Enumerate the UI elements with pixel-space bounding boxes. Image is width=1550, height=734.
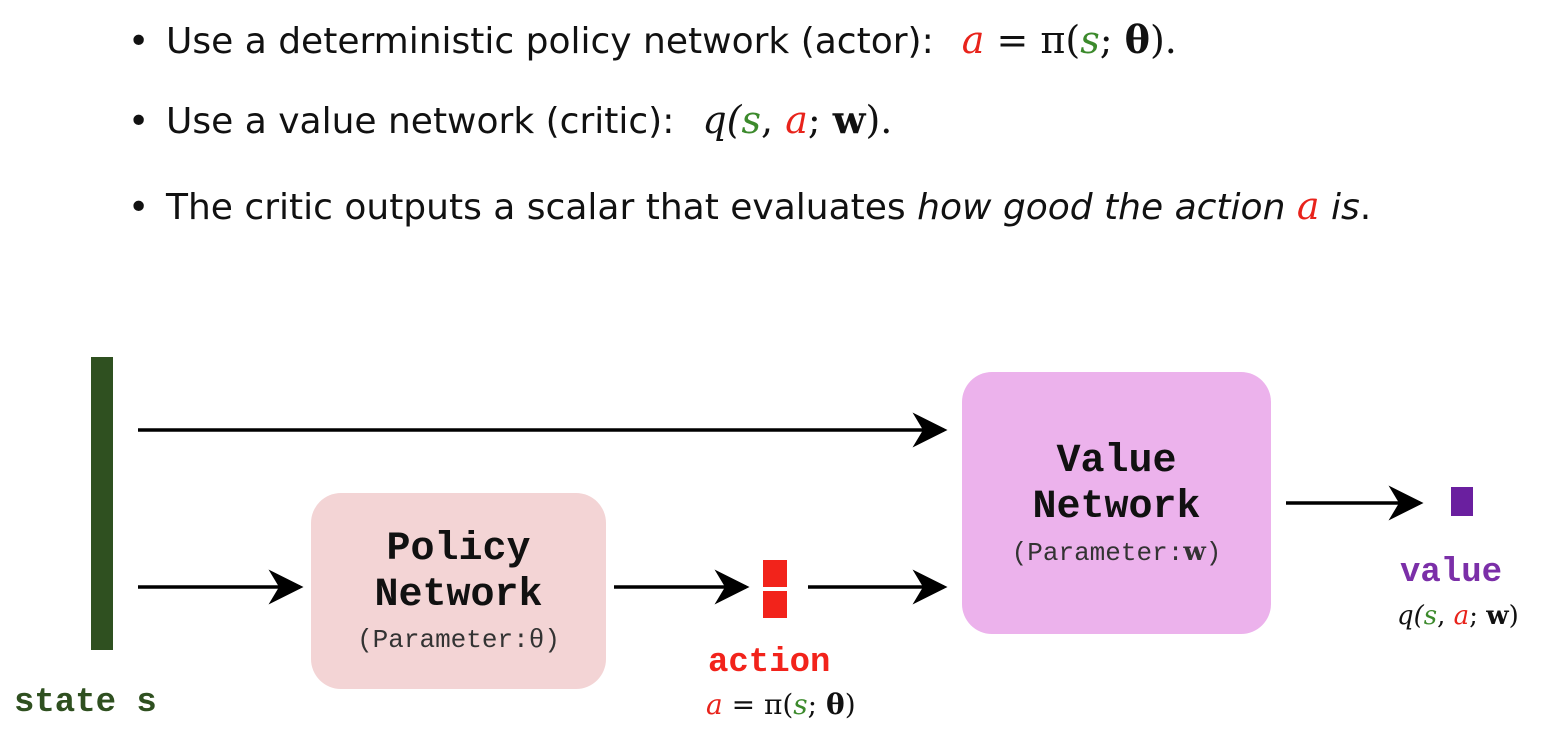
formula-q: q(	[702, 98, 742, 142]
policy-network-title-line2: Network	[374, 573, 543, 618]
value-network-title-line1: Value	[1056, 438, 1177, 484]
state-label: state s	[14, 684, 157, 722]
action-vector-top	[763, 560, 787, 587]
formula-comma: ,	[1437, 601, 1454, 631]
formula-theta: θ	[826, 688, 845, 721]
formula-sep: ;	[1469, 601, 1487, 631]
formula-eq: = π(	[722, 688, 794, 721]
action-formula: a = π(s; θ)	[706, 688, 856, 721]
formula-close: ).	[1149, 18, 1177, 62]
formula-sep: ;	[807, 98, 833, 142]
formula-close: ).	[865, 98, 893, 142]
bullet-critic-output: • The critic outputs a scalar that evalua…	[128, 180, 1371, 234]
bullet-text: Use a deterministic policy network (acto…	[166, 21, 934, 62]
value-output	[1451, 487, 1473, 516]
critic-formula: q(s, a; w).	[702, 97, 893, 142]
formula-q: q(	[1397, 601, 1424, 631]
param-suffix: )	[544, 625, 560, 655]
bullet-text: The critic outputs a scalar that evaluat…	[166, 187, 918, 228]
bullet-actor: • Use a deterministic policy network (act…	[128, 14, 1177, 68]
formula-s: s	[741, 98, 762, 142]
value-network-title-line2: Network	[1032, 484, 1201, 530]
formula-eq: = π(	[984, 18, 1081, 62]
formula-sep: ;	[1099, 18, 1125, 62]
formula-s: s	[1080, 18, 1100, 62]
formula-close: )	[844, 688, 856, 721]
bullet-text-italic-post: is	[1319, 187, 1360, 228]
bullet-dot: •	[128, 101, 150, 142]
bullet-period: .	[1359, 187, 1372, 228]
formula-w: w	[1486, 601, 1509, 631]
formula-a: a	[706, 688, 723, 721]
param-w: w	[1183, 536, 1206, 567]
action-vector-bottom	[763, 591, 787, 618]
policy-network-title-line1: Policy	[386, 527, 531, 572]
action-label: action	[708, 644, 831, 682]
bullet-dot: •	[128, 187, 150, 228]
value-network-box: Value Network (Parameter:w)	[962, 372, 1271, 634]
formula-a: a	[785, 98, 808, 142]
formula-w: w	[832, 97, 866, 142]
formula-comma: ,	[761, 98, 786, 142]
bullet-text: Use a value network (critic):	[166, 101, 675, 142]
formula-s: s	[1423, 601, 1438, 631]
param-theta: θ	[528, 625, 545, 655]
formula-s: s	[793, 688, 808, 721]
formula-sep: ;	[807, 688, 827, 721]
param-prefix: (Parameter:	[357, 625, 529, 655]
bullet-dot: •	[128, 21, 150, 62]
formula-theta: θ	[1124, 17, 1150, 62]
bullet-text-italic: how good the action	[917, 187, 1297, 228]
state-vector	[91, 357, 113, 650]
actor-formula: a = π(s; θ).	[961, 17, 1177, 62]
formula-a: a	[961, 18, 985, 62]
value-formula: q(s, a; w)	[1397, 601, 1519, 631]
policy-network-box: Policy Network (Parameter:θ)	[311, 493, 606, 689]
bullet-critic: • Use a value network (critic): q(s, a; w)…	[128, 94, 892, 148]
value-network-parameter: (Parameter:w)	[1012, 537, 1222, 568]
formula-close: )	[1508, 601, 1519, 631]
param-suffix: )	[1205, 537, 1222, 568]
formula-a: a	[1453, 601, 1470, 631]
formula-a: a	[1296, 184, 1320, 228]
param-prefix: (Parameter:	[1011, 537, 1184, 568]
policy-network-parameter: (Parameter:θ)	[357, 625, 560, 655]
value-label: value	[1400, 554, 1503, 592]
